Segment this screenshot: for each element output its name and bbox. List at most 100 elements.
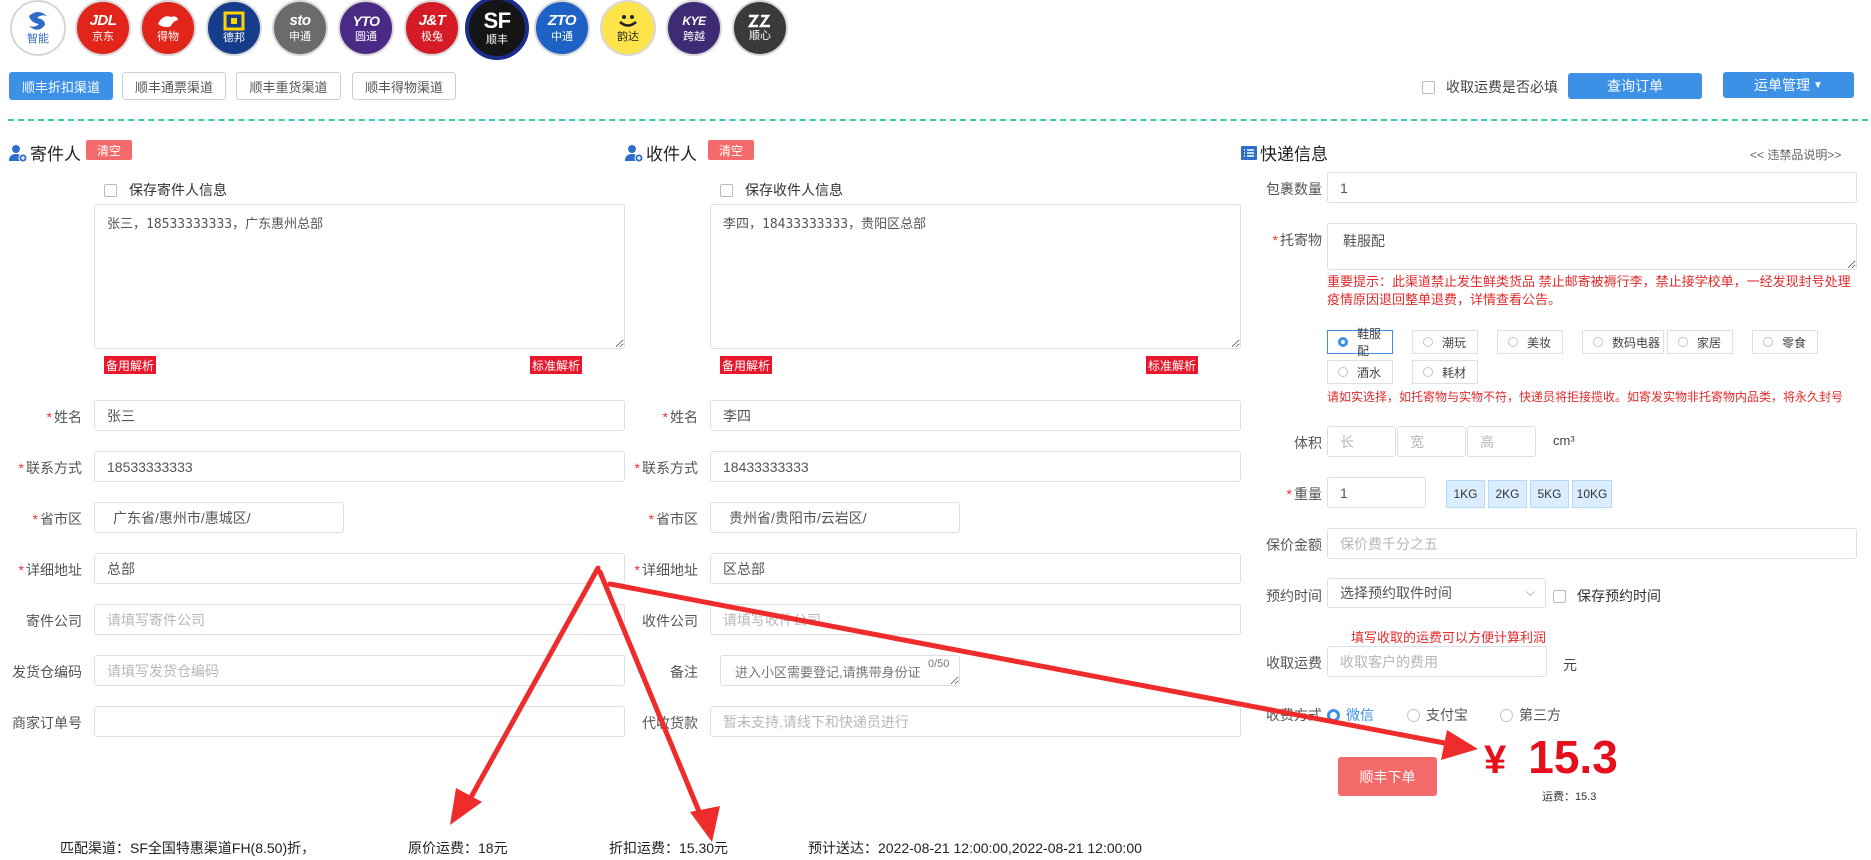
volume-height-input[interactable] [1467,426,1536,457]
carrier-name: 京东 [92,31,114,43]
express-section-title: 快递信息 [1240,140,1328,165]
debang-logo-icon [223,11,245,31]
carrier-logo-smart[interactable]: 智能 [10,0,66,56]
must-fill-label: 收取运费是否必填 [1446,79,1558,95]
carrier-logo-yto[interactable]: YTO 圆通 [338,0,394,56]
pay-method-label: 收费方式 [1266,707,1322,723]
weight-preset-2kg[interactable]: 2KG [1488,480,1527,508]
receiver-standard-parse-button[interactable]: 标准解析 [1146,356,1199,374]
channel-tab-sf-dewu[interactable]: 顺丰得物渠道 [352,72,456,100]
carrier-logo-sto[interactable]: sto 申通 [272,0,328,56]
sender-address-input[interactable] [94,553,625,584]
sender-standard-parse-button[interactable]: 标准解析 [530,356,583,374]
package-qty-input[interactable] [1327,172,1857,203]
booking-time-select[interactable]: 选择预约取件时间 ⌵ [1327,578,1546,608]
carrier-name: 智能 [27,33,49,45]
yunda-logo-icon [619,15,637,27]
pay-option-alipay[interactable]: 支付宝 [1407,705,1468,725]
channel-tab-sf-ticket[interactable]: 顺丰通票渠道 [122,72,226,100]
receiver-region-cascader[interactable] [710,502,960,533]
waybill-manage-button[interactable]: 运单管理 ▼ [1723,72,1854,98]
sender-clear-button[interactable]: 清空 [86,140,132,160]
receiver-name-label: * 姓名 [662,409,698,425]
carrier-logo-sf[interactable]: SF 顺丰 [465,0,529,60]
sender-company-input[interactable] [94,604,625,635]
receiver-name-input[interactable] [710,400,1241,431]
sender-phone-input[interactable] [94,451,625,482]
carrier-logo-zto[interactable]: ZTO 中通 [534,0,590,56]
category-option[interactable]: 零食 [1752,330,1818,354]
sender-name-input[interactable] [94,400,625,431]
price-value: 15.3 [1528,731,1618,783]
category-option[interactable]: 潮玩 [1412,330,1478,354]
carrier-logo-yunda[interactable]: 韵达 [600,0,656,56]
goods-textarea[interactable]: 鞋服配 [1327,223,1857,270]
receiver-paste-textarea[interactable]: 李四，18433333333，贵阳区总部 [710,204,1241,349]
user-add-icon [625,144,644,162]
pay-option-wechat[interactable]: 微信 [1327,705,1374,725]
receiver-company-input[interactable] [710,604,1241,635]
category-option[interactable]: 耗材 [1412,360,1478,384]
receiver-section-title: 收件人 [624,140,697,165]
channel-tab-sf-heavy[interactable]: 顺丰重货渠道 [236,72,341,100]
category-option[interactable]: 鞋服配 [1327,327,1393,358]
save-sender-checkbox[interactable] [104,183,117,197]
carrier-logo-shunxin[interactable]: 顺心 [732,0,788,56]
fee-input[interactable] [1327,646,1547,677]
carrier-logo-debang[interactable]: 德邦 [206,0,262,56]
merchant-order-input[interactable] [94,706,625,737]
weight-preset-5kg[interactable]: 5KG [1530,480,1569,508]
sender-backup-parse-button[interactable]: 备用解析 [104,356,157,374]
weight-preset-1kg[interactable]: 1KG [1446,480,1485,508]
sender-region-label: * 省市区 [32,511,82,527]
radio-dot-icon [1508,337,1518,347]
channel-tab-sf-discount[interactable]: 顺丰折扣渠道 [9,72,113,100]
carrier-logo-dewu[interactable]: 得物 [140,0,196,56]
sender-paste-textarea[interactable]: 张三，18533333333，广东惠州总部 [94,204,625,349]
carrier-logo-kye[interactable]: KYE 跨越 [666,0,722,56]
radio-dot-icon [1327,708,1340,722]
must-fill-checkbox[interactable] [1422,80,1435,94]
category-warning-text: 请如实选择，如托寄物与实物不符，快递员将拒接揽收。如寄发实物非托寄物内品类，将永… [1327,390,1844,404]
channel-notice-text: 重要提示：此渠道禁止发生鲜类货品 禁止邮寄被褥行李，禁止接学校单，一经发现封号处… [1327,274,1851,289]
radio-dot-icon [1500,708,1513,722]
sender-company-label: 寄件公司 [26,613,82,629]
category-option[interactable]: 酒水 [1327,360,1393,384]
must-fill-checkbox-row[interactable]: 收取运费是否必填 [1422,77,1558,97]
receiver-title-text: 收件人 [646,145,697,164]
insured-amount-input[interactable] [1327,528,1857,559]
carrier-logo-jd[interactable]: JDL 京东 [75,0,131,56]
sf-submit-order-button[interactable]: 顺丰下单 [1338,757,1437,796]
remark-textarea[interactable] [720,655,960,686]
receiver-address-input[interactable] [710,553,1241,584]
radio-dot-icon [1423,367,1433,377]
cod-input[interactable] [710,706,1241,737]
receiver-clear-button[interactable]: 清空 [708,140,754,160]
query-order-button[interactable]: 查询订单 [1568,73,1702,99]
sender-region-cascader[interactable] [94,502,344,533]
weight-preset-10kg[interactable]: 10KG [1572,480,1612,508]
save-booking-checkbox[interactable] [1553,589,1566,603]
category-option[interactable]: 数码电器 [1582,330,1664,354]
receiver-phone-input[interactable] [710,451,1241,482]
warehouse-code-input[interactable] [94,655,625,686]
weight-input[interactable] [1327,477,1426,508]
booking-time-select-text: 选择预约取件时间 [1340,585,1452,601]
receiver-backup-parse-button[interactable]: 备用解析 [720,356,773,374]
save-booking-row[interactable]: 保存预约时间 [1553,586,1661,606]
carrier-name: 韵达 [617,31,639,43]
carrier-logo-jt[interactable]: J&T 极兔 [404,0,460,56]
insured-amount-label: 保价金额 [1266,537,1322,553]
banned-items-link[interactable]: << 违禁品说明>> [1750,146,1841,163]
section-divider [8,119,1868,121]
category-option[interactable]: 家居 [1667,330,1733,354]
category-option[interactable]: 美妆 [1497,330,1563,354]
carrier-name: 申通 [289,31,311,43]
save-receiver-checkbox[interactable] [720,183,733,197]
volume-width-input[interactable] [1397,426,1466,457]
carrier-mark: sto [289,12,312,29]
save-sender-row[interactable]: 保存寄件人信息 [104,180,227,200]
save-receiver-row[interactable]: 保存收件人信息 [720,180,843,200]
volume-length-input[interactable] [1327,426,1396,457]
pay-option-third-party[interactable]: 第三方 [1500,705,1561,725]
